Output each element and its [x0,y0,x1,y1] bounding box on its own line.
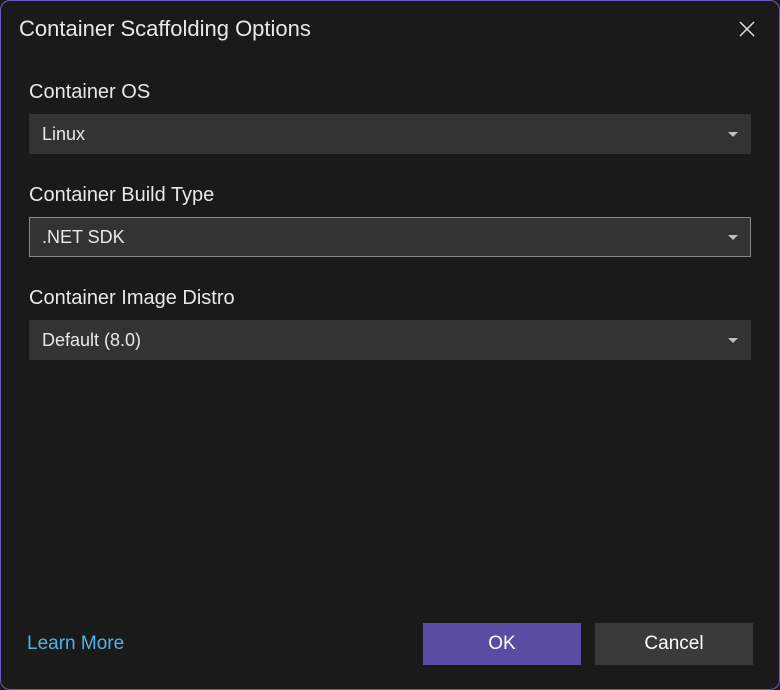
dialog-footer: Learn More OK Cancel [1,605,779,689]
container-image-distro-value: Default (8.0) [42,330,141,351]
close-icon [738,20,756,38]
container-os-dropdown[interactable]: Linux [29,114,751,154]
container-build-type-value: .NET SDK [42,227,125,248]
ok-button[interactable]: OK [423,623,581,665]
container-image-distro-label: Container Image Distro [29,287,751,310]
chevron-down-icon [728,235,738,240]
close-button[interactable] [733,15,761,43]
dialog-title: Container Scaffolding Options [19,16,311,42]
cancel-button[interactable]: Cancel [595,623,753,665]
chevron-down-icon [728,338,738,343]
container-os-label: Container OS [29,81,751,104]
chevron-down-icon [728,132,738,137]
container-os-value: Linux [42,124,85,145]
dialog-content: Container OS Linux Container Build Type … [1,53,779,605]
learn-more-link[interactable]: Learn More [27,633,124,655]
title-bar: Container Scaffolding Options [1,1,779,53]
container-build-type-dropdown[interactable]: .NET SDK [29,217,751,257]
container-image-distro-dropdown[interactable]: Default (8.0) [29,320,751,360]
container-scaffolding-dialog: Container Scaffolding Options Container … [0,0,780,690]
container-build-type-label: Container Build Type [29,184,751,207]
